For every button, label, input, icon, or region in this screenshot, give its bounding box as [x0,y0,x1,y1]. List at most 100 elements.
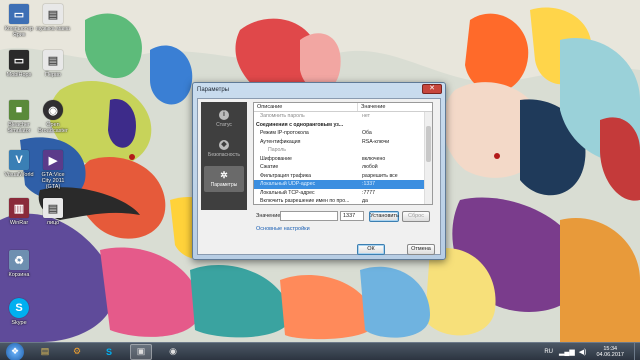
system-tray: RU ▂▄▆ ◀) 15:34 04.06.2017 [544,343,640,360]
desktop-icon-recycle-bin[interactable]: ♻ Корзина [2,250,36,278]
row-name: Включить разрешение имен по про... [260,198,350,204]
table-row[interactable]: Локальный TCP-адрес:7777 [254,189,432,198]
explorer-icon: ▤ [40,346,50,356]
row-value: разрешить все [362,172,398,179]
desktop-icon-gta[interactable]: ▶ GTA:Vice City 2011 (GTA) [36,150,70,190]
taskbar-app-obs[interactable]: ◉ [162,344,184,360]
sidebar-item-settings[interactable]: ✲ Параметры [204,166,244,192]
language-indicator[interactable]: RU [544,349,553,355]
row-value [358,146,424,155]
row-name: Пароль [268,147,286,153]
scrollbar-thumb[interactable] [426,126,431,162]
settings-sidebar: i Статус ◆ Безопасность ✲ Параметры [201,102,247,210]
table-row[interactable]: Пароль [254,146,432,155]
sidebar-item-security[interactable]: ◆ Безопасность [204,136,244,162]
clock[interactable]: 15:34 04.06.2017 [596,346,624,358]
row-value: :1337 [362,181,375,187]
table-scrollbar[interactable] [424,112,432,204]
taskbar-app-explorer[interactable]: ▤ [34,344,56,360]
row-name: Соединения с одноранговым уз... [256,121,344,128]
sidebar-item-label: Статус [216,122,232,128]
row-value: любой [362,164,378,170]
ok-button[interactable]: ОК [357,244,385,255]
table-row-selected[interactable]: Локальный UDP-адрес :1337 [254,180,432,189]
vw-icon: V [9,150,29,170]
clock-date: 04.06.2017 [596,352,624,358]
table-header: Описание Значение [254,103,432,112]
value-editor-row: Значение 1337 Установить Сброс [256,210,436,222]
table-body: Запомнить пароль нет Соединения с одноран… [254,112,432,204]
desktop-icon-obs[interactable]: ◉ Open Broadcaster [36,100,70,134]
sidebar-item-label: Безопасность [208,152,240,158]
close-button[interactable]: ✕ [422,84,442,94]
dialog-client-area: i Статус ◆ Безопасность ✲ Параметры Опис… [197,98,441,255]
settings-app-icon: ⚙ [72,346,82,356]
table-row[interactable]: Запомнить пароль нет [254,112,432,121]
network-icon[interactable]: ▂▄▆ [559,348,575,356]
table-row[interactable]: Включить разрешение имен по про... да [254,197,432,204]
table-row[interactable]: Фильтрация трафика разрешить все [254,172,432,181]
desktop-icon-winrar[interactable]: ▥ WinRar [2,198,36,226]
row-value [358,121,424,130]
desktop-icon-mobihops[interactable]: ▭ MobiHops [2,50,36,78]
volume-icon[interactable]: ◀) [579,348,587,356]
info-icon: i [219,110,229,120]
desktop-icon-face[interactable]: ▤ лицо [36,198,70,226]
table-row[interactable]: Аутентификация RSA-ключи [254,138,432,147]
minecraft-icon: ■ [9,100,29,120]
row-value: включено [362,155,386,162]
row-value: RSA-ключи [362,138,390,145]
desktop-icon-bleacher[interactable]: ■ Bleacher Simulator [2,100,36,134]
show-desktop-button[interactable] [634,343,640,360]
port-input[interactable]: 1337 [340,211,364,221]
windows-start-icon[interactable]: ❖ [6,342,24,360]
desktop-icon-pervo[interactable]: ▤ Перво [36,50,70,78]
row-name: Локальный UDP-адрес [260,181,316,187]
sidebar-item-label: Параметры [210,182,238,188]
taskbar-app-settings[interactable]: ⚙ [66,344,88,360]
row-name: Сжатие [260,164,279,170]
taskbar-app-network[interactable]: ▣ [130,343,152,360]
dialog-titlebar[interactable]: Параметры ✕ [193,83,445,97]
table-group-row[interactable]: Соединения с одноранговым уз... [254,121,432,130]
row-name: Шифрование [260,155,292,162]
desktop-icon-music[interactable]: ▤ музыка мама [36,4,70,32]
network-app-icon: ▣ [136,346,146,356]
value-label: Значение [256,213,281,219]
app-icon: ▭ [9,50,29,70]
table-row[interactable]: Сжатие любой [254,163,432,172]
skype-icon: S [9,298,29,318]
row-name: Режим IP-протокола [260,130,309,136]
row-name: Аутентификация [260,138,301,145]
row-name: Запомнить пароль [260,113,305,119]
table-row[interactable]: Режим IP-протокола Оба [254,129,432,138]
reset-button[interactable]: Сброс [402,210,430,222]
desktop-icon-skype[interactable]: S Skype [2,298,36,326]
desktop-icon-visualworld[interactable]: V VisualWorld [2,150,36,178]
taskbar-app-skype[interactable]: S [98,344,120,360]
computer-icon: ▭ [9,4,29,24]
shield-icon: ◆ [219,140,229,150]
cancel-button[interactable]: Отмена [407,244,435,255]
document-icon: ▤ [43,198,63,218]
sidebar-item-status[interactable]: i Статус [204,106,244,132]
row-name: Фильтрация трафика [260,172,312,179]
table-row[interactable]: Шифрование включено [254,155,432,164]
desktop-icon-computer[interactable]: ▭ Компьютер Ярик [2,4,36,38]
row-value: нет [362,113,370,119]
apply-button[interactable]: Установить [369,210,399,222]
column-header-description[interactable]: Описание [254,103,358,111]
row-name: Локальный TCP-адрес [260,189,315,196]
basic-settings-link[interactable]: Основные настройки [256,226,310,232]
value-input[interactable] [280,211,338,221]
close-icon: ✕ [429,85,435,92]
obs-icon: ◉ [169,346,177,356]
obs-icon: ◉ [43,100,63,120]
recycle-bin-icon: ♻ [9,250,29,270]
taskbar: ❖ ▤ ⚙ S ▣ ◉ RU ▂▄▆ ◀) 15:34 04.06.2017 [0,342,640,360]
settings-dialog: Параметры ✕ i Статус ◆ Безопасность ✲ Па… [192,82,446,260]
gear-icon: ✲ [220,170,228,180]
document-icon: ▤ [43,4,63,24]
column-header-value[interactable]: Значение [358,103,424,111]
skype-icon: S [105,346,112,357]
